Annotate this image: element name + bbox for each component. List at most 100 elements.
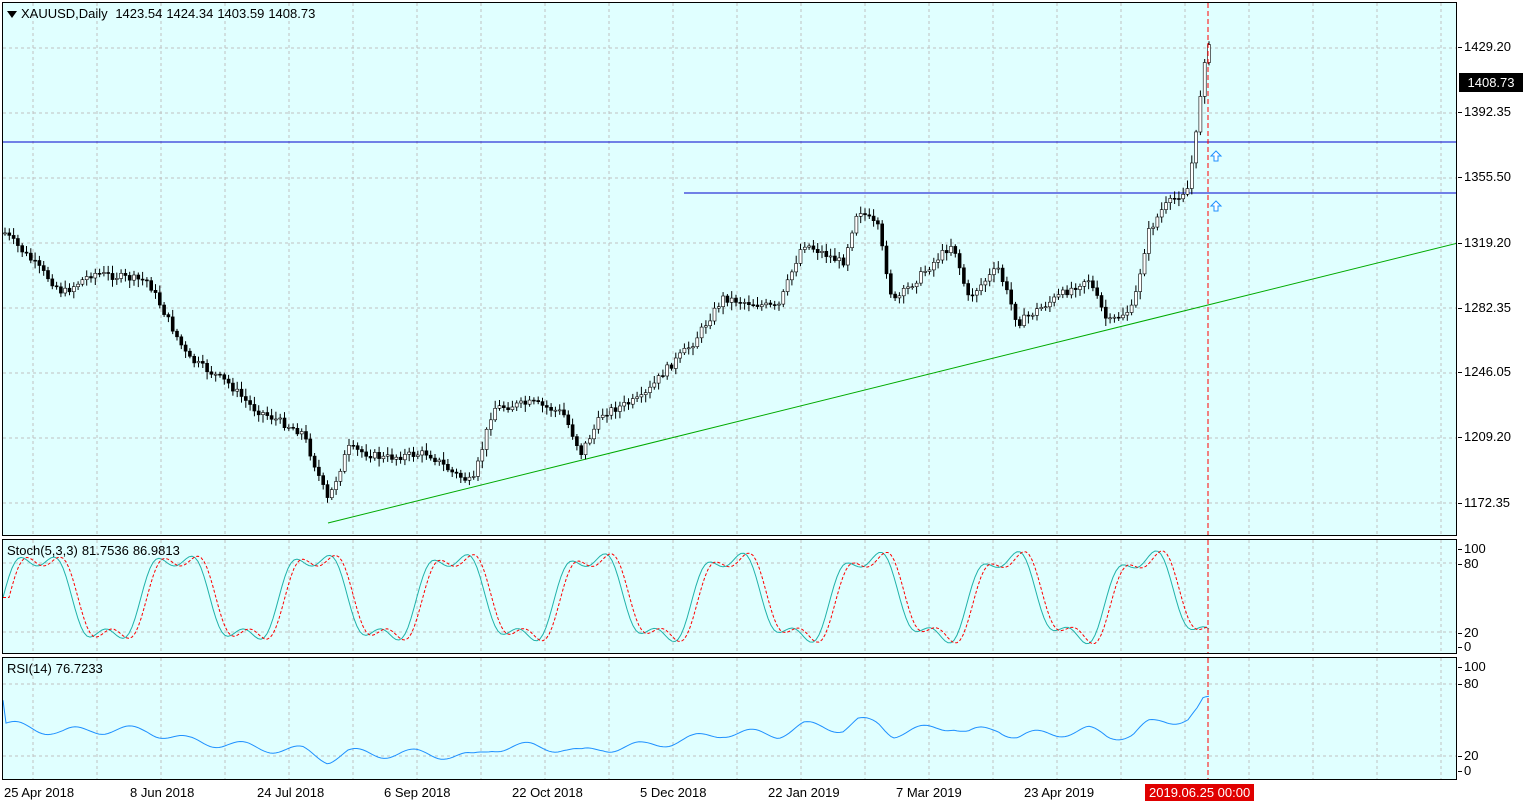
candle-body (97, 272, 102, 275)
price-chart-pane[interactable]: XAUUSD,Daily 1423.54 1424.34 1403.59 1408.7… (2, 2, 1457, 536)
candle-body (828, 255, 833, 258)
candle-body (381, 455, 386, 460)
price-tick: 1392.35 (1458, 104, 1511, 119)
candle-body (1177, 198, 1181, 200)
level-tick: 20 (1457, 748, 1479, 763)
candle-body (476, 460, 480, 477)
high-value: 1424.34 (166, 6, 214, 21)
candle-body (643, 392, 648, 395)
candle-body (89, 276, 93, 279)
candle-body (50, 278, 55, 287)
candle-body (54, 285, 59, 288)
candle-body (1013, 303, 1018, 320)
candle-body (1116, 316, 1121, 319)
candle-body (179, 336, 184, 346)
candle-body (656, 375, 661, 384)
candle-body (1017, 319, 1022, 326)
grid (3, 3, 1456, 535)
candle-body (953, 246, 958, 254)
candle-body (1138, 273, 1142, 292)
candle-body (609, 407, 614, 416)
date-tick: 23 Apr 2019 (1024, 785, 1095, 800)
candle-body (519, 400, 523, 404)
candle-body (188, 350, 192, 357)
date-tick: 24 Jul 2018 (257, 785, 325, 800)
date-tick: 22 Oct 2018 (512, 785, 583, 800)
candle-body (132, 274, 136, 281)
candle-body (901, 287, 906, 297)
candle-body (274, 418, 278, 421)
candle-body (600, 414, 605, 418)
candle-body (940, 250, 945, 261)
candle-body (820, 251, 824, 253)
candle-body (863, 213, 867, 216)
candle-body (1099, 295, 1104, 308)
candle-body (635, 396, 639, 399)
price-tick: 1172.35 (1457, 495, 1511, 510)
date-tick: 6 Sep 2018 (384, 785, 451, 800)
candle-body (648, 386, 652, 393)
candle-body (282, 417, 287, 428)
candle-body (704, 325, 708, 328)
stochastic-pane[interactable]: Stoch(5,3,3) 81.7536 86.9813 (2, 539, 1457, 654)
candle-body (149, 280, 153, 291)
candle-body (33, 259, 37, 262)
candle-body (1112, 316, 1117, 319)
candle-body (772, 304, 777, 306)
candle-body (390, 454, 394, 460)
dropdown-triangle-icon[interactable] (7, 11, 17, 19)
stochastic-main-line (3, 550, 1210, 645)
candle-body (867, 214, 872, 217)
candle-body (269, 415, 274, 420)
candle-body (626, 402, 631, 405)
candle-body (368, 455, 373, 459)
open-value: 1423.54 (115, 6, 163, 21)
candle-body (888, 273, 893, 295)
candle-body (1147, 228, 1151, 254)
candle-body (1065, 289, 1069, 296)
candle-body (979, 284, 983, 291)
rsi-value: 76.7233 (55, 661, 103, 676)
candle-body (1061, 289, 1065, 295)
candle-body (1048, 301, 1052, 308)
candle-body (906, 286, 910, 289)
candle-body (583, 442, 588, 456)
candle-body (738, 302, 743, 304)
candle-body (850, 232, 854, 248)
candle-body (372, 451, 377, 459)
candle-body (398, 456, 403, 461)
candle-body (411, 451, 416, 457)
candle-body (480, 449, 485, 462)
candle-body (721, 295, 725, 307)
candle-body (996, 267, 1001, 270)
candle-body (321, 475, 326, 485)
candle-body (570, 424, 575, 437)
rsi-axis: 100 80 20 0 (1457, 657, 1530, 780)
candle-body (845, 247, 850, 266)
level-tick: 20 (1457, 625, 1479, 640)
candle-body (437, 459, 442, 463)
candle-body (1181, 194, 1185, 200)
candle-body (751, 304, 756, 307)
candle-body (304, 431, 308, 440)
candle-body (506, 407, 510, 411)
candle-body (183, 344, 188, 352)
candle-body (291, 426, 295, 429)
candle-body (661, 375, 665, 377)
rsi-chart[interactable] (3, 658, 1457, 780)
candle-body (936, 259, 940, 263)
candle-body (1091, 280, 1095, 289)
candle-body (566, 414, 571, 425)
date-tick: 7 Mar 2019 (896, 785, 962, 800)
candle-body (777, 303, 781, 306)
symbol-label: XAUUSD,Daily (21, 6, 108, 21)
rsi-pane[interactable]: RSI(14) 76.7233 (2, 657, 1457, 780)
candle-body (424, 450, 429, 456)
candle-body (1000, 267, 1005, 283)
price-chart[interactable] (3, 3, 1457, 536)
candle-body (944, 250, 949, 254)
candle-body (1185, 188, 1190, 195)
stochastic-chart[interactable] (3, 540, 1457, 654)
candle-body (652, 382, 657, 388)
candle-body (1155, 216, 1160, 228)
